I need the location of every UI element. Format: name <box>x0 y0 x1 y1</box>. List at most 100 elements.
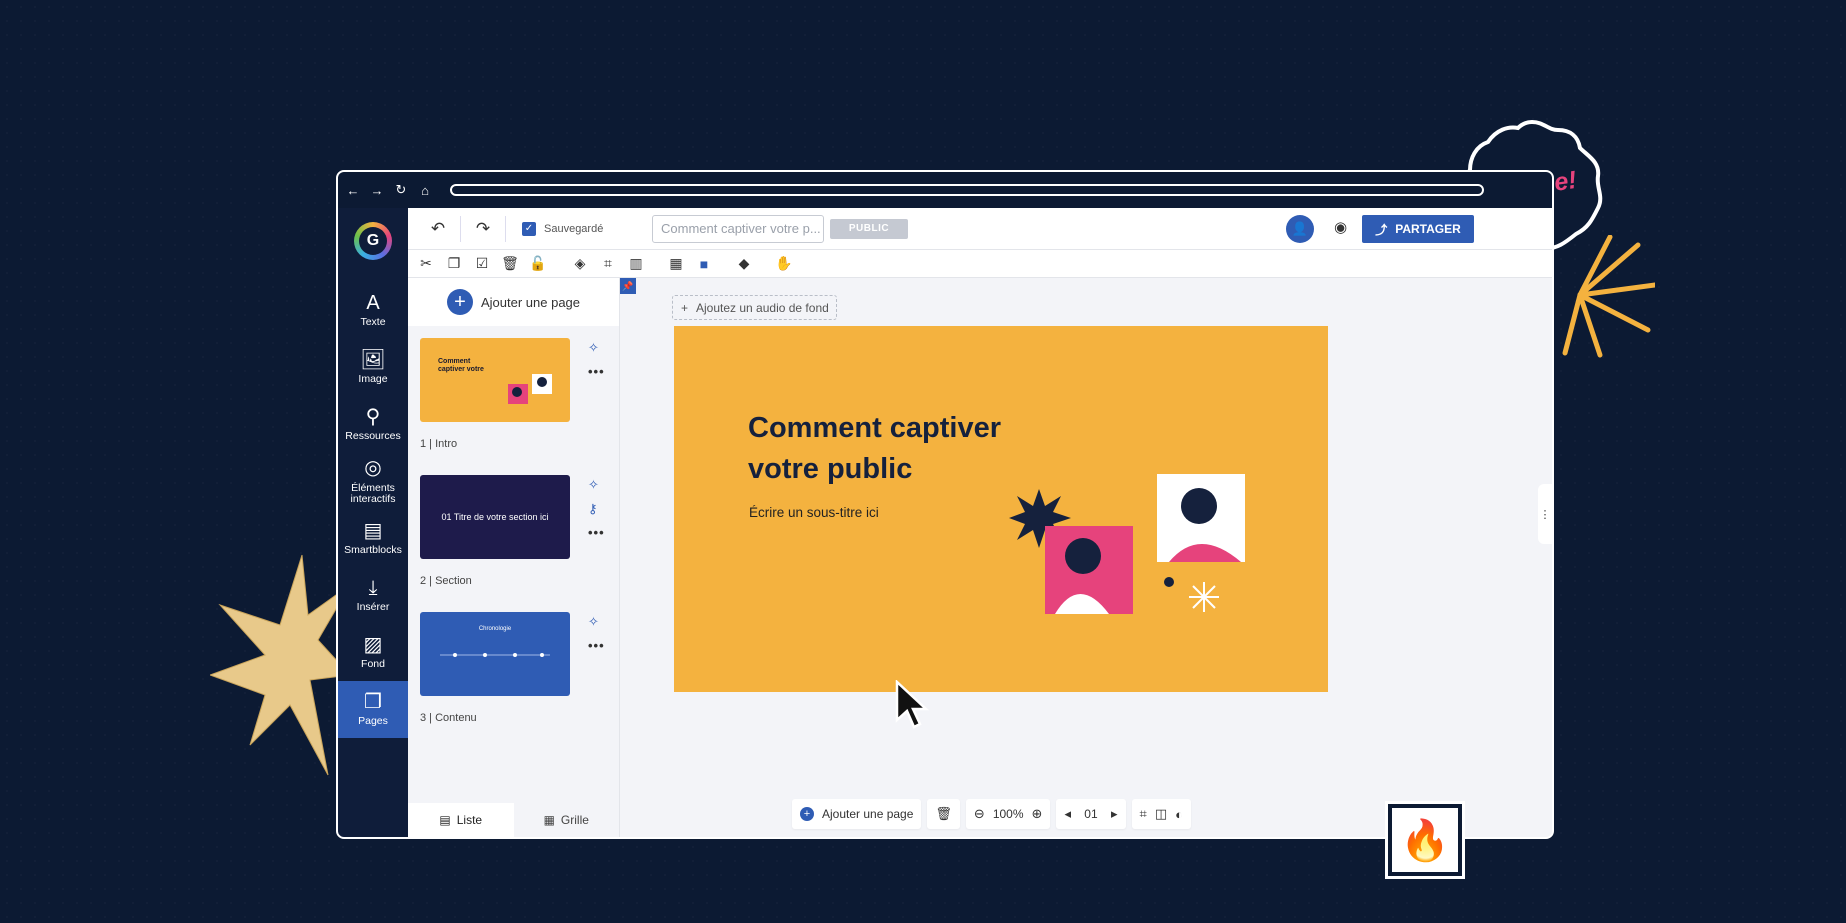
magic-wand-icon[interactable]: ✧ <box>588 614 605 630</box>
background-icon: ▨ <box>363 633 383 656</box>
tab-grille[interactable]: ▦ Grille <box>514 803 620 837</box>
thumbnail-illustration <box>508 374 552 404</box>
sidebar-item-label: Ressources <box>345 430 401 443</box>
sidebar-item-label: Texte <box>360 316 386 329</box>
app-logo[interactable]: G <box>354 222 392 260</box>
slide-subtitle[interactable]: Écrire un sous-titre ici <box>749 505 879 520</box>
hand-icon[interactable]: ✋ <box>770 255 798 272</box>
tab-liste[interactable]: ▤ Liste <box>408 803 514 837</box>
share-button[interactable]: ⤴ PARTAGER <box>1362 215 1474 243</box>
slide-title[interactable]: Comment captiver votre public <box>748 408 1048 489</box>
bottom-add-page-button[interactable]: + Ajouter une page <box>792 799 922 829</box>
sidebar-item-pages[interactable]: ❐ Pages <box>338 681 408 738</box>
text-icon: A <box>366 291 380 314</box>
add-audio-button[interactable]: + Ajoutez un audio de fond <box>672 295 837 320</box>
page-label: 2 | Section <box>420 575 472 587</box>
smartblocks-icon: ▤ <box>363 519 383 542</box>
share-icon: ⤴ <box>1375 222 1388 237</box>
prev-page-icon[interactable]: ◂ <box>1064 806 1071 822</box>
page-thumbnail[interactable]: Chronologie <box>420 612 570 696</box>
page-item[interactable]: Comment captiver votre 1 | Intro ✧ ••• <box>408 326 619 463</box>
editor-app: G A Texte 🖼 Image ⚲ Ressources ◎ Élément… <box>338 208 1552 837</box>
page-tools: ✧ ••• <box>588 340 605 379</box>
sidebar-item-fond[interactable]: ▨ Fond <box>338 624 408 681</box>
plus-icon: + <box>446 289 473 315</box>
editor-content: + Ajouter une page Comment captiver votr… <box>408 278 1552 837</box>
magic-wand-icon[interactable]: ✧ <box>588 340 605 356</box>
url-bar[interactable] <box>450 184 1484 196</box>
select-icon[interactable]: ☑ <box>468 255 496 272</box>
browser-bar: ← → ↻ ⌂ <box>338 172 1552 208</box>
magic-wand-icon[interactable]: ✧ <box>588 477 605 493</box>
side-panel-handle[interactable]: ⋮ <box>1538 484 1552 544</box>
sidebar-item-label: Pages <box>358 715 388 728</box>
fit-screen-icon[interactable]: ⌗ <box>1140 806 1147 822</box>
palette-icon[interactable]: ◐ <box>1175 807 1183 822</box>
page-thumbnail[interactable]: 01 Titre de votre section ici <box>420 475 570 559</box>
add-page-button[interactable]: + Ajouter une page <box>408 278 619 326</box>
fire-icon: 🔥 <box>1385 801 1465 879</box>
bottom-add-page-label: Ajouter une page <box>822 807 914 821</box>
view-tabs: ▤ Liste ▦ Grille <box>408 803 619 837</box>
title-input[interactable]: Comment captiver votre p... <box>652 214 824 243</box>
align-icon[interactable]: ▥ <box>622 255 650 272</box>
more-options-icon[interactable]: ••• <box>588 364 605 379</box>
crop-icon[interactable]: ⌗ <box>594 255 622 272</box>
home-icon[interactable]: ⌂ <box>418 183 432 198</box>
sidebar-item-elements-interactifs[interactable]: ◎ Éléments interactifs <box>338 453 408 510</box>
layers-icon[interactable]: ◈ <box>566 255 594 272</box>
add-collaborator-icon[interactable]: 👤 <box>1286 215 1314 243</box>
plus-icon: + <box>800 807 814 821</box>
undo-icon[interactable]: ↶ <box>420 219 456 239</box>
more-options-icon[interactable]: ••• <box>588 525 605 540</box>
color-swatch-icon[interactable]: ■ <box>690 256 718 272</box>
next-page-icon[interactable]: ▸ <box>1111 806 1118 822</box>
tab-label: Liste <box>456 813 483 827</box>
bottom-toolbar: + Ajouter une page 🗑 ⊖ 100% ⊕ ◂ 01 ▸ ⌗ ◫… <box>792 799 1191 829</box>
page-tools: ✧ ⚷ ••• <box>588 477 605 540</box>
browser-window: ← → ↻ ⌂ G A Texte 🖼 Image ⚲ Ressources ◎… <box>336 170 1554 839</box>
key-icon[interactable]: ⚷ <box>588 501 605 517</box>
pages-icon: ❐ <box>364 690 382 713</box>
preview-eye-icon[interactable]: ◉ <box>1334 218 1347 236</box>
view-tools: ⌗ ◫ ◐ <box>1131 799 1191 829</box>
sidebar-item-image[interactable]: 🖼 Image <box>338 339 408 396</box>
resources-icon: ⚲ <box>365 405 381 428</box>
slide-canvas[interactable]: Comment captiver votre public Écrire un … <box>674 326 1328 692</box>
cut-icon[interactable]: ✂ <box>412 255 440 272</box>
people-illustration[interactable] <box>1009 474 1254 622</box>
timeline-illustration <box>440 653 550 657</box>
public-button[interactable]: PUBLIC <box>830 218 908 239</box>
trash-icon[interactable]: 🗑 <box>496 255 524 272</box>
page-item[interactable]: 01 Titre de votre section ici 2 | Sectio… <box>408 463 619 600</box>
page-thumbnail[interactable]: Comment captiver votre <box>420 338 570 422</box>
page-item[interactable]: Chronologie 3 | Contenu ✧ ••• <box>408 600 619 737</box>
zoom-level: 100% <box>992 807 1024 821</box>
logo-letter: G <box>359 227 387 255</box>
sidebar-item-smartblocks[interactable]: ▤ Smartblocks <box>338 510 408 567</box>
pin-icon[interactable]: 📌 <box>620 278 636 294</box>
sidebar-item-texte[interactable]: A Texte <box>338 282 408 339</box>
redo-icon[interactable]: ↷ <box>465 219 501 239</box>
pages-panel: + Ajouter une page Comment captiver votr… <box>408 278 620 837</box>
unlock-icon[interactable]: 🔓 <box>524 255 552 272</box>
effects-icon[interactable]: ◆ <box>730 255 758 272</box>
sidebar-item-inserer[interactable]: ⤓ Insérer <box>338 567 408 624</box>
checkbox-icon: ✓ <box>522 221 536 236</box>
zoom-in-icon[interactable]: ⊕ <box>1032 806 1043 822</box>
thumbnail-title: Comment captiver votre <box>438 358 484 374</box>
sidebar-item-label: Fond <box>361 658 385 671</box>
reload-icon[interactable]: ↻ <box>394 182 408 198</box>
delete-page-button[interactable]: 🗑 <box>927 799 960 829</box>
transparency-icon[interactable]: ▦ <box>662 255 690 272</box>
duplicate-icon[interactable]: ❐ <box>440 255 468 272</box>
split-view-icon[interactable]: ◫ <box>1155 806 1167 822</box>
zoom-out-icon[interactable]: ⊖ <box>974 806 985 822</box>
back-arrow-icon[interactable]: ← <box>346 183 360 198</box>
forward-arrow-icon[interactable]: → <box>370 183 384 198</box>
sidebar-item-ressources[interactable]: ⚲ Ressources <box>338 396 408 453</box>
more-options-icon[interactable]: ••• <box>588 638 605 653</box>
sidebar-item-label: Image <box>358 373 388 386</box>
page-number: 01 <box>1084 807 1098 821</box>
plus-icon: + <box>681 300 689 315</box>
